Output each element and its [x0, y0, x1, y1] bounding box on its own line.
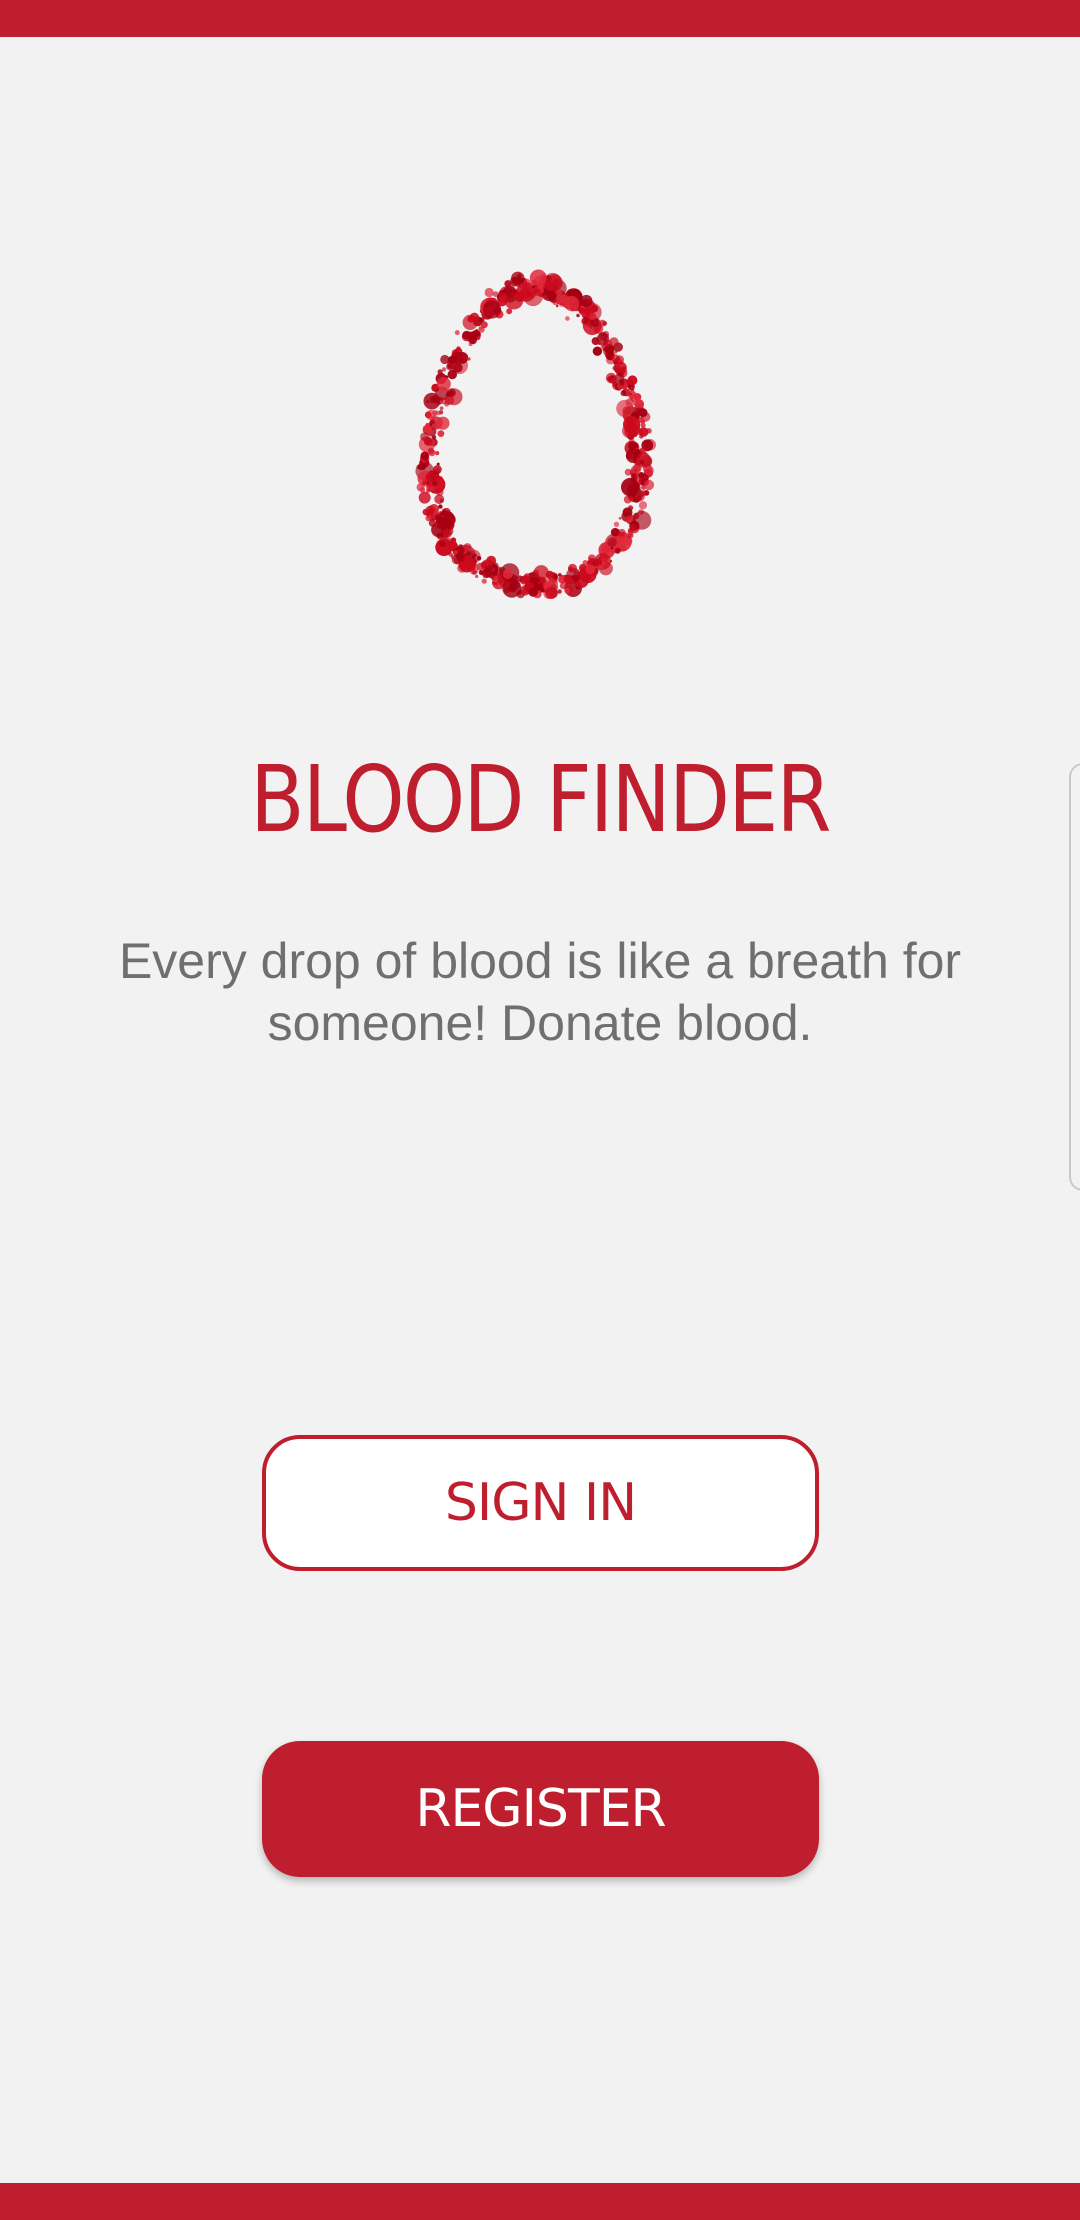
- register-button[interactable]: REGISTER: [262, 1741, 819, 1877]
- sign-in-button[interactable]: SIGN IN: [262, 1435, 819, 1571]
- edge-panel-handle[interactable]: [1069, 763, 1080, 1191]
- top-accent-bar: [0, 0, 1080, 37]
- bottom-accent-bar: [0, 2183, 1080, 2220]
- app-title: BLOOD FINDER: [250, 746, 831, 853]
- tagline: Every drop of blood is like a breath for…: [118, 933, 962, 1051]
- blood-drop-icon: [360, 145, 710, 635]
